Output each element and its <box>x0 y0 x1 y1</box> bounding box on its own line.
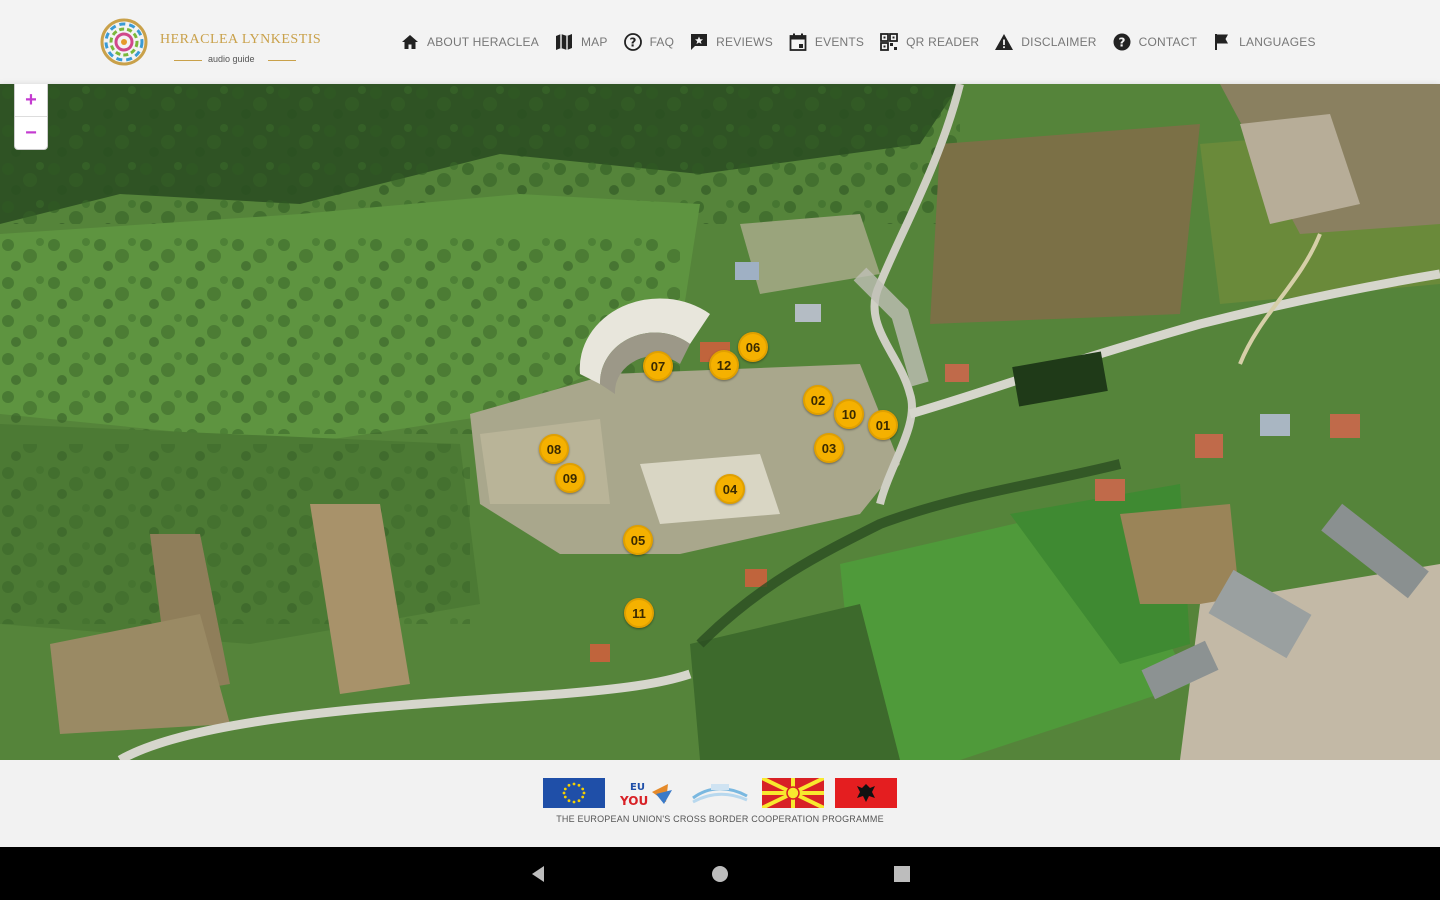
interreg-logo <box>689 778 751 808</box>
svg-text:?: ? <box>1118 36 1125 50</box>
map-marker-11[interactable]: 11 <box>624 598 654 628</box>
question-circle-icon: ? <box>623 33 642 51</box>
nav-label: LANGUAGES <box>1239 35 1316 49</box>
qr-icon <box>880 33 899 51</box>
logo-subtitle-wrap: audio guide <box>174 54 298 66</box>
nav-qr-reader[interactable]: QR READER <box>879 32 979 52</box>
logo-title: HERACLEA LYNKESTIS <box>160 32 322 47</box>
flag-icon <box>1215 34 1229 50</box>
partner-logos: EU YOU <box>543 778 897 808</box>
logo-subtitle: audio guide <box>208 54 255 64</box>
app-header: HERACLEA LYNKESTIS audio guide ABOUT HER… <box>0 0 1440 84</box>
nav-label: FAQ <box>649 35 675 49</box>
divider <box>268 60 296 61</box>
nav-label: CONTACT <box>1138 35 1198 49</box>
warning-icon <box>995 34 1014 50</box>
programme-caption: THE EUROPEAN UNION'S CROSS BORDER COOPER… <box>556 814 884 824</box>
home-icon <box>402 35 418 49</box>
help-icon: ? <box>1113 33 1131 51</box>
map-marker-09[interactable]: 09 <box>555 463 585 493</box>
nav-reviews[interactable]: REVIEWS <box>689 32 773 52</box>
map-marker-08[interactable]: 08 <box>539 434 569 464</box>
divider <box>174 60 202 61</box>
zoom-control: + − <box>14 84 48 150</box>
calendar-icon <box>789 33 807 51</box>
recents-button[interactable] <box>891 863 913 885</box>
map-marker-06[interactable]: 06 <box>738 332 768 362</box>
zoom-out-button[interactable]: − <box>15 117 47 149</box>
logo-mandala-icon <box>100 18 148 66</box>
map-marker-02[interactable]: 02 <box>803 385 833 415</box>
north-macedonia-flag-icon <box>762 778 824 808</box>
nav-label: REVIEWS <box>716 35 773 49</box>
nav-label: ABOUT HERACLEA <box>427 35 539 49</box>
nav-contact[interactable]: ? CONTACT <box>1112 32 1198 52</box>
svg-text:?: ? <box>629 36 636 50</box>
map-marker-10[interactable]: 10 <box>834 399 864 429</box>
satellite-map[interactable]: + − 01 02 03 04 05 06 07 08 09 10 11 12 <box>0 84 1440 760</box>
nav-about-heraclea[interactable]: ABOUT HERACLEA <box>400 32 539 52</box>
eu-flag-icon <box>543 778 605 808</box>
nav-map[interactable]: MAP <box>554 32 608 52</box>
nav-disclaimer[interactable]: DISCLAIMER <box>994 32 1096 52</box>
svg-text:YOU: YOU <box>619 794 648 808</box>
review-icon <box>691 34 708 50</box>
albania-flag-icon <box>835 778 897 808</box>
nav-faq[interactable]: ? FAQ <box>623 32 675 52</box>
system-navigation-bar <box>0 847 1440 900</box>
map-marker-01[interactable]: 01 <box>868 410 898 440</box>
nav-label: EVENTS <box>814 35 865 49</box>
map-marker-12[interactable]: 12 <box>709 350 739 380</box>
nav-languages[interactable]: LANGUAGES <box>1212 32 1316 52</box>
back-button[interactable] <box>527 863 549 885</box>
map-marker-04[interactable]: 04 <box>715 474 745 504</box>
nav-label: DISCLAIMER <box>1021 35 1097 49</box>
svg-text:EU: EU <box>630 782 645 793</box>
nav-label: QR READER <box>906 35 980 49</box>
map-marker-07[interactable]: 07 <box>643 351 673 381</box>
satellite-imagery <box>0 84 1440 760</box>
logo[interactable]: HERACLEA LYNKESTIS audio guide <box>98 14 328 70</box>
nav-events[interactable]: EVENTS <box>788 32 864 52</box>
map-marker-05[interactable]: 05 <box>623 525 653 555</box>
main-nav: ABOUT HERACLEA MAP ? FAQ REVIEWS EVENTS … <box>400 28 1331 56</box>
zoom-in-button[interactable]: + <box>15 84 47 116</box>
map-icon <box>555 34 572 50</box>
eu-for-you-logo: EU YOU <box>616 778 678 808</box>
map-marker-03[interactable]: 03 <box>814 433 844 463</box>
footer: EU YOU THE EUROPEAN UNION'S CROSS BORDER… <box>0 760 1440 847</box>
home-button[interactable] <box>709 863 731 885</box>
nav-label: MAP <box>580 35 608 49</box>
